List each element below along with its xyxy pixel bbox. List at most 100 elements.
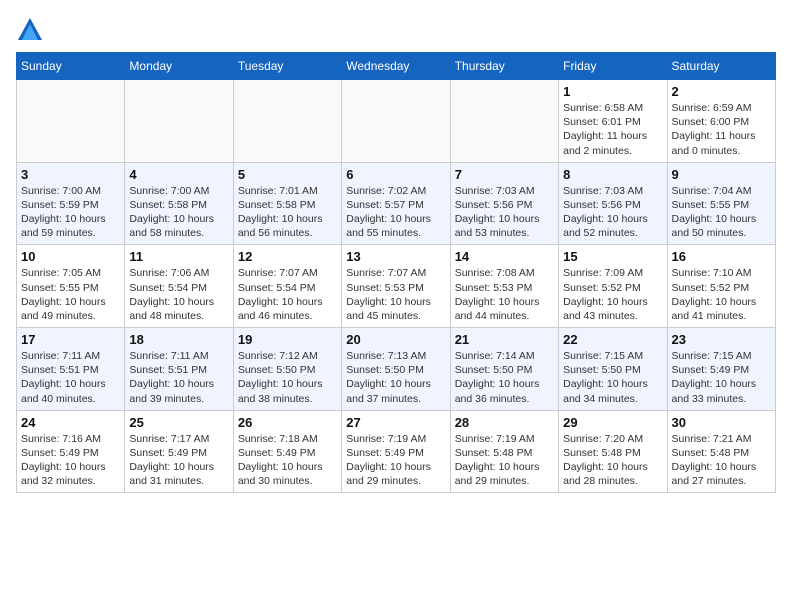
weekday-header-sunday: Sunday (17, 53, 125, 80)
week-row-4: 17 Sunrise: 7:11 AM Sunset: 5:51 PM Dayli… (17, 328, 776, 411)
calendar-cell: 22 Sunrise: 7:15 AM Sunset: 5:50 PM Dayli… (559, 328, 667, 411)
calendar-cell: 12 Sunrise: 7:07 AM Sunset: 5:54 PM Dayli… (233, 245, 341, 328)
day-number: 26 (238, 415, 337, 430)
day-info: Sunrise: 6:58 AM Sunset: 6:01 PM Dayligh… (563, 101, 662, 158)
day-info: Sunrise: 7:15 AM Sunset: 5:50 PM Dayligh… (563, 349, 662, 406)
day-info: Sunrise: 7:04 AM Sunset: 5:55 PM Dayligh… (672, 184, 771, 241)
day-number: 27 (346, 415, 445, 430)
calendar-cell (233, 80, 341, 163)
day-number: 18 (129, 332, 228, 347)
day-info: Sunrise: 7:07 AM Sunset: 5:53 PM Dayligh… (346, 266, 445, 323)
calendar-cell: 9 Sunrise: 7:04 AM Sunset: 5:55 PM Daylig… (667, 162, 775, 245)
day-number: 4 (129, 167, 228, 182)
page-header (16, 16, 776, 44)
day-number: 20 (346, 332, 445, 347)
weekday-header-monday: Monday (125, 53, 233, 80)
day-number: 22 (563, 332, 662, 347)
day-info: Sunrise: 6:59 AM Sunset: 6:00 PM Dayligh… (672, 101, 771, 158)
calendar-cell: 24 Sunrise: 7:16 AM Sunset: 5:49 PM Dayli… (17, 410, 125, 493)
calendar-cell: 6Sunrise: 7:02 AM Sunset: 5:57 PM Daylig… (342, 162, 450, 245)
day-info: Sunrise: 7:19 AM Sunset: 5:49 PM Dayligh… (346, 432, 445, 489)
calendar-cell: 2 Sunrise: 6:59 AM Sunset: 6:00 PM Daylig… (667, 80, 775, 163)
day-info: Sunrise: 7:18 AM Sunset: 5:49 PM Dayligh… (238, 432, 337, 489)
calendar-cell: 11 Sunrise: 7:06 AM Sunset: 5:54 PM Dayli… (125, 245, 233, 328)
weekday-header-wednesday: Wednesday (342, 53, 450, 80)
day-number: 1 (563, 84, 662, 99)
calendar-cell: 5 Sunrise: 7:01 AM Sunset: 5:58 PM Daylig… (233, 162, 341, 245)
calendar-cell (342, 80, 450, 163)
day-info: Sunrise: 7:10 AM Sunset: 5:52 PM Dayligh… (672, 266, 771, 323)
day-number: 30 (672, 415, 771, 430)
day-info: Sunrise: 7:17 AM Sunset: 5:49 PM Dayligh… (129, 432, 228, 489)
day-number: 15 (563, 249, 662, 264)
day-number: 16 (672, 249, 771, 264)
calendar-cell: 7 Sunrise: 7:03 AM Sunset: 5:56 PM Daylig… (450, 162, 558, 245)
calendar-cell: 23 Sunrise: 7:15 AM Sunset: 5:49 PM Dayli… (667, 328, 775, 411)
day-info: Sunrise: 7:09 AM Sunset: 5:52 PM Dayligh… (563, 266, 662, 323)
logo (16, 16, 48, 44)
weekday-header-friday: Friday (559, 53, 667, 80)
calendar-cell: 26 Sunrise: 7:18 AM Sunset: 5:49 PM Dayli… (233, 410, 341, 493)
day-number: 5 (238, 167, 337, 182)
day-info: Sunrise: 7:20 AM Sunset: 5:48 PM Dayligh… (563, 432, 662, 489)
day-number: 7 (455, 167, 554, 182)
day-info: Sunrise: 7:13 AM Sunset: 5:50 PM Dayligh… (346, 349, 445, 406)
day-info: Sunrise: 7:07 AM Sunset: 5:54 PM Dayligh… (238, 266, 337, 323)
day-number: 24 (21, 415, 120, 430)
calendar-cell: 18 Sunrise: 7:11 AM Sunset: 5:51 PM Dayli… (125, 328, 233, 411)
day-number: 28 (455, 415, 554, 430)
calendar-cell: 27 Sunrise: 7:19 AM Sunset: 5:49 PM Dayli… (342, 410, 450, 493)
calendar-cell: 14Sunrise: 7:08 AM Sunset: 5:53 PM Dayli… (450, 245, 558, 328)
day-info: Sunrise: 7:05 AM Sunset: 5:55 PM Dayligh… (21, 266, 120, 323)
day-info: Sunrise: 7:16 AM Sunset: 5:49 PM Dayligh… (21, 432, 120, 489)
day-info: Sunrise: 7:11 AM Sunset: 5:51 PM Dayligh… (129, 349, 228, 406)
calendar-cell: 15 Sunrise: 7:09 AM Sunset: 5:52 PM Dayli… (559, 245, 667, 328)
calendar-cell: 29 Sunrise: 7:20 AM Sunset: 5:48 PM Dayli… (559, 410, 667, 493)
week-row-2: 3Sunrise: 7:00 AM Sunset: 5:59 PM Daylig… (17, 162, 776, 245)
day-number: 11 (129, 249, 228, 264)
day-number: 9 (672, 167, 771, 182)
calendar-cell (125, 80, 233, 163)
day-number: 21 (455, 332, 554, 347)
calendar-cell: 8Sunrise: 7:03 AM Sunset: 5:56 PM Daylig… (559, 162, 667, 245)
day-info: Sunrise: 7:08 AM Sunset: 5:53 PM Dayligh… (455, 266, 554, 323)
day-number: 17 (21, 332, 120, 347)
day-info: Sunrise: 7:06 AM Sunset: 5:54 PM Dayligh… (129, 266, 228, 323)
calendar-cell: 19 Sunrise: 7:12 AM Sunset: 5:50 PM Dayli… (233, 328, 341, 411)
day-number: 25 (129, 415, 228, 430)
weekday-header-saturday: Saturday (667, 53, 775, 80)
day-info: Sunrise: 7:03 AM Sunset: 5:56 PM Dayligh… (455, 184, 554, 241)
calendar-cell: 17 Sunrise: 7:11 AM Sunset: 5:51 PM Dayli… (17, 328, 125, 411)
logo-icon (16, 16, 44, 44)
day-info: Sunrise: 7:15 AM Sunset: 5:49 PM Dayligh… (672, 349, 771, 406)
calendar-cell: 13 Sunrise: 7:07 AM Sunset: 5:53 PM Dayli… (342, 245, 450, 328)
calendar-cell: 3Sunrise: 7:00 AM Sunset: 5:59 PM Daylig… (17, 162, 125, 245)
day-number: 2 (672, 84, 771, 99)
day-info: Sunrise: 7:00 AM Sunset: 5:59 PM Dayligh… (21, 184, 120, 241)
day-number: 10 (21, 249, 120, 264)
day-number: 23 (672, 332, 771, 347)
calendar-cell: 25 Sunrise: 7:17 AM Sunset: 5:49 PM Dayli… (125, 410, 233, 493)
day-info: Sunrise: 7:02 AM Sunset: 5:57 PM Dayligh… (346, 184, 445, 241)
day-number: 29 (563, 415, 662, 430)
calendar-cell: 1 Sunrise: 6:58 AM Sunset: 6:01 PM Daylig… (559, 80, 667, 163)
day-info: Sunrise: 7:00 AM Sunset: 5:58 PM Dayligh… (129, 184, 228, 241)
day-number: 19 (238, 332, 337, 347)
day-number: 13 (346, 249, 445, 264)
calendar-cell: 30Sunrise: 7:21 AM Sunset: 5:48 PM Dayli… (667, 410, 775, 493)
weekday-header-row: SundayMondayTuesdayWednesdayThursdayFrid… (17, 53, 776, 80)
day-info: Sunrise: 7:19 AM Sunset: 5:48 PM Dayligh… (455, 432, 554, 489)
day-number: 12 (238, 249, 337, 264)
day-number: 8 (563, 167, 662, 182)
day-info: Sunrise: 7:01 AM Sunset: 5:58 PM Dayligh… (238, 184, 337, 241)
calendar-cell (17, 80, 125, 163)
weekday-header-tuesday: Tuesday (233, 53, 341, 80)
week-row-5: 24 Sunrise: 7:16 AM Sunset: 5:49 PM Dayli… (17, 410, 776, 493)
calendar-cell (450, 80, 558, 163)
calendar-cell: 28 Sunrise: 7:19 AM Sunset: 5:48 PM Dayli… (450, 410, 558, 493)
calendar-cell: 16 Sunrise: 7:10 AM Sunset: 5:52 PM Dayli… (667, 245, 775, 328)
calendar-table: SundayMondayTuesdayWednesdayThursdayFrid… (16, 52, 776, 493)
calendar-cell: 21Sunrise: 7:14 AM Sunset: 5:50 PM Dayli… (450, 328, 558, 411)
day-info: Sunrise: 7:12 AM Sunset: 5:50 PM Dayligh… (238, 349, 337, 406)
day-info: Sunrise: 7:11 AM Sunset: 5:51 PM Dayligh… (21, 349, 120, 406)
